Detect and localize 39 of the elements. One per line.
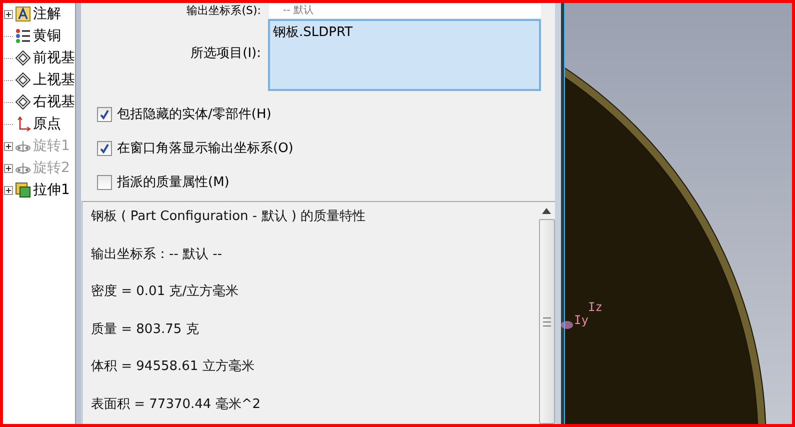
plane-icon bbox=[15, 50, 31, 66]
origin-icon bbox=[15, 116, 31, 132]
extrude-icon bbox=[15, 182, 31, 198]
tree-item[interactable]: 黄铜 bbox=[33, 27, 61, 45]
checkbox[interactable] bbox=[97, 174, 112, 190]
plane-icon bbox=[15, 72, 31, 88]
result-line: 质量 = 803.75 克 bbox=[91, 320, 200, 338]
tree-item[interactable]: 拉伸1 bbox=[33, 181, 70, 199]
checkbox-label: 在窗口角落显示输出坐标系(O) bbox=[117, 140, 294, 157]
expand-icon[interactable] bbox=[4, 186, 13, 194]
revolve-icon bbox=[15, 160, 31, 176]
result-line: 体积 = 94558.61 立方毫米 bbox=[91, 358, 256, 376]
field-label: 所选项目(I): bbox=[190, 45, 261, 62]
selected-items-list[interactable]: 钢板.SLDPRT bbox=[268, 19, 541, 91]
scroll-up-icon[interactable] bbox=[542, 208, 551, 214]
result-line: 钢板 ( Part Configuration - 默认 ) 的质量特性 bbox=[91, 208, 367, 226]
result-line: 密度 = 0.01 克/立方毫米 bbox=[91, 283, 240, 301]
expand-icon[interactable] bbox=[4, 10, 13, 18]
annotation-icon bbox=[15, 6, 31, 22]
list-item[interactable]: 钢板.SLDPRT bbox=[273, 23, 536, 41]
checkbox[interactable] bbox=[97, 106, 112, 122]
plane-icon bbox=[15, 94, 31, 110]
field-label: 输出坐标系(S): bbox=[186, 4, 261, 17]
checkbox[interactable] bbox=[97, 140, 112, 156]
tree-item[interactable]: 右视基 bbox=[33, 93, 75, 111]
revolve-icon bbox=[15, 138, 31, 154]
result-line: 输出坐标系：-- 默认 -- bbox=[91, 246, 224, 264]
tree-item[interactable]: 前视基 bbox=[33, 49, 75, 67]
scrollbar-thumb[interactable] bbox=[538, 219, 554, 424]
material-icon bbox=[15, 28, 31, 44]
axis-label: Iy bbox=[574, 313, 588, 327]
tree-item[interactable]: 注解 bbox=[33, 5, 61, 23]
tree-item[interactable]: 上视基 bbox=[33, 71, 75, 89]
coordinate-system-field[interactable]: -- 默认 bbox=[269, 4, 541, 18]
checkbox-label: 包括隐藏的实体/零部件(H) bbox=[117, 106, 272, 123]
result-line: 表面积 = 77370.44 毫米^2 bbox=[91, 396, 262, 414]
tree-item[interactable]: 原点 bbox=[33, 115, 61, 133]
checkbox-label: 指派的质量属性(M) bbox=[117, 174, 230, 191]
axis-label: Iz bbox=[588, 300, 602, 314]
